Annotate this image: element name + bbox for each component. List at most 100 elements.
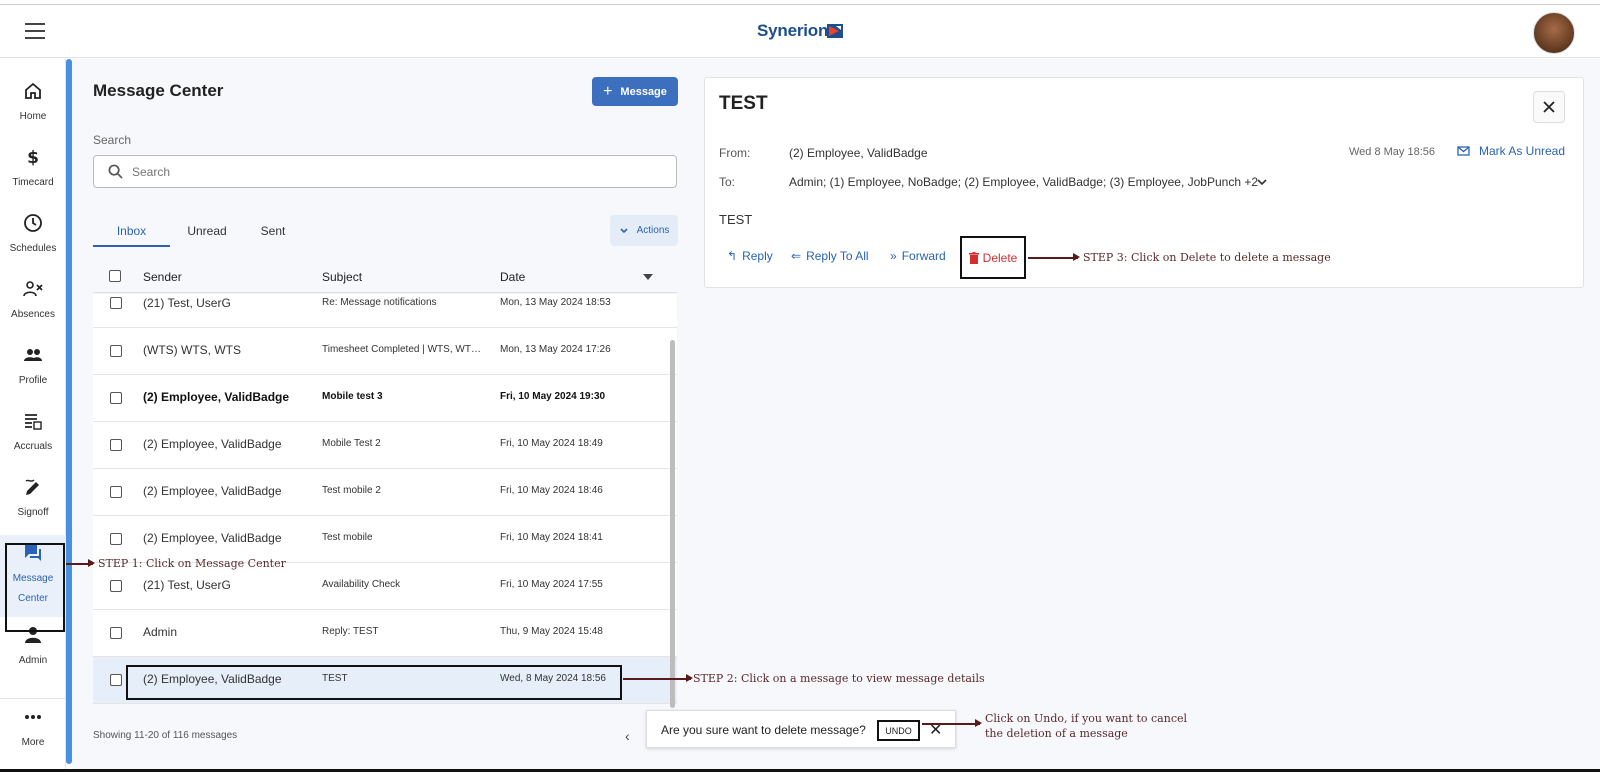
message-list: (21) Test, UserG Re: Message notificatio…	[93, 294, 677, 709]
nav-item-home[interactable]: Home	[0, 73, 66, 139]
forward-button[interactable]: » Forward	[890, 249, 946, 263]
user-avatar[interactable]	[1533, 12, 1575, 54]
row-checkbox[interactable]	[110, 627, 122, 639]
message-body: TEST	[719, 212, 753, 227]
row-subject: Availability Check	[322, 579, 401, 590]
actions-button[interactable]: Actions	[610, 215, 678, 246]
row-subject: Mobile test 3	[322, 391, 383, 402]
person-x-icon	[23, 281, 43, 297]
to-value: Admin; (1) Employee, NoBadge; (2) Employ…	[789, 175, 1259, 189]
delete-confirmation-toast: Are you sure want to delete message? UND…	[646, 710, 956, 748]
nav-item-profile[interactable]: Profile	[0, 337, 66, 403]
row-sender: (21) Test, UserG	[143, 578, 231, 592]
from-label: From:	[719, 146, 751, 160]
dollar-icon: $	[27, 148, 39, 167]
envelope-icon	[1457, 146, 1470, 156]
nav-label: Accruals	[13, 441, 53, 452]
row-checkbox[interactable]	[110, 439, 122, 451]
close-detail-button[interactable]	[1533, 91, 1565, 123]
row-checkbox[interactable]	[110, 674, 122, 686]
select-all-checkbox[interactable]	[109, 270, 121, 282]
nav-label: Absences	[11, 309, 55, 320]
reply-label: Reply	[742, 249, 773, 263]
row-checkbox[interactable]	[110, 297, 122, 309]
nav-label: Profile	[18, 375, 48, 386]
row-checkbox[interactable]	[110, 533, 122, 545]
search-field[interactable]	[93, 155, 677, 188]
undo-annotation-line2: the deletion of a message	[985, 727, 1128, 740]
plus-icon: +	[603, 82, 613, 100]
message-date: Wed 8 May 18:56	[1349, 146, 1436, 158]
step2-annotation: STEP 2: Click on a message to view messa…	[693, 672, 985, 685]
row-subject: Test mobile	[322, 532, 373, 543]
clock-icon	[24, 214, 42, 232]
table-row[interactable]: Admin Reply: TEST Thu, 9 May 2024 15:48	[93, 610, 677, 657]
row-sender: (2) Employee, ValidBadge	[143, 531, 282, 545]
row-subject: TEST	[322, 673, 348, 684]
close-icon	[1543, 101, 1555, 113]
table-row-selected[interactable]: (2) Employee, ValidBadge TEST Wed, 8 May…	[93, 657, 677, 704]
row-sender: (WTS) WTS, WTS	[143, 343, 241, 357]
tab-sent[interactable]: Sent	[248, 217, 298, 247]
pen-sign-icon	[25, 479, 39, 495]
row-checkbox[interactable]	[110, 345, 122, 357]
expand-recipients-icon[interactable]	[1256, 177, 1268, 187]
row-date: Fri, 10 May 2024 17:55	[500, 579, 603, 590]
row-checkbox[interactable]	[110, 486, 122, 498]
row-sender: (2) Employee, ValidBadge	[143, 390, 290, 404]
hamburger-menu-icon[interactable]	[25, 23, 45, 39]
column-sender[interactable]: Sender	[143, 270, 182, 284]
delete-button[interactable]: Delete	[960, 236, 1026, 279]
nav-label: Timecard	[12, 177, 54, 188]
nav-item-admin[interactable]: Admin	[0, 617, 66, 683]
undo-arrow	[922, 720, 982, 726]
row-sender: (2) Employee, ValidBadge	[143, 437, 282, 451]
list-scrollbar[interactable]	[670, 340, 675, 708]
nav-item-schedules[interactable]: Schedules	[0, 205, 66, 271]
row-date: Wed, 8 May 2024 18:56	[500, 673, 606, 684]
nav-item-absences[interactable]: Absences	[0, 271, 66, 337]
nav-accent-stripe	[66, 59, 72, 764]
nav-item-signoff[interactable]: Signoff	[0, 469, 66, 535]
undo-button[interactable]: UNDO	[877, 720, 920, 741]
nav-item-accruals[interactable]: Accruals	[0, 403, 66, 469]
nav-label: Home	[19, 111, 47, 122]
prev-page-icon[interactable]: ‹	[625, 728, 630, 744]
more-dots-icon	[25, 715, 41, 719]
actions-label: Actions	[636, 225, 670, 236]
table-row[interactable]: (2) Employee, ValidBadge Test mobile 2 F…	[93, 469, 677, 516]
reply-all-button[interactable]: ⇐ Reply To All	[791, 249, 869, 263]
search-label: Search	[93, 133, 132, 147]
row-checkbox[interactable]	[110, 392, 122, 404]
reply-button[interactable]: ↰ Reply	[727, 249, 773, 263]
nav-label: Schedules	[9, 243, 57, 254]
mark-unread-button[interactable]: Mark As Unread	[1457, 144, 1565, 158]
mark-unread-label: Mark As Unread	[1479, 144, 1566, 158]
search-icon	[108, 164, 123, 179]
tab-inbox[interactable]: Inbox	[93, 217, 170, 247]
row-checkbox[interactable]	[110, 580, 122, 592]
table-row[interactable]: (2) Employee, ValidBadge Mobile Test 2 F…	[93, 422, 677, 469]
nav-label: Signoff	[17, 507, 49, 518]
row-sender: (2) Employee, ValidBadge	[143, 484, 282, 498]
step1-arrow	[66, 560, 95, 566]
sort-down-icon[interactable]	[643, 274, 653, 280]
row-sender: (21) Test, UserG	[143, 296, 231, 310]
table-row[interactable]: (21) Test, UserG Re: Message notificatio…	[93, 294, 677, 328]
table-row[interactable]: (2) Employee, ValidBadge Mobile test 3 F…	[93, 375, 677, 422]
tab-unread[interactable]: Unread	[177, 217, 237, 247]
synerion-logo: Synerion	[757, 21, 829, 40]
new-message-button[interactable]: + Message	[592, 77, 678, 106]
column-date[interactable]: Date	[500, 270, 525, 284]
nav-label: Admin	[18, 655, 48, 666]
step2-arrow	[623, 675, 693, 681]
row-sender: Admin	[143, 625, 178, 639]
column-subject[interactable]: Subject	[322, 270, 362, 284]
nav-item-timecard[interactable]: $ Timecard	[0, 139, 66, 205]
nav-item-message-center[interactable]: Message Center	[0, 535, 66, 617]
row-date: Fri, 10 May 2024 18:49	[500, 438, 603, 449]
table-row[interactable]: (WTS) WTS, WTS Timesheet Completed | WTS…	[93, 328, 677, 375]
search-input[interactable]	[132, 162, 652, 182]
nav-item-more[interactable]: More	[0, 698, 66, 764]
new-message-label: Message	[620, 85, 667, 98]
